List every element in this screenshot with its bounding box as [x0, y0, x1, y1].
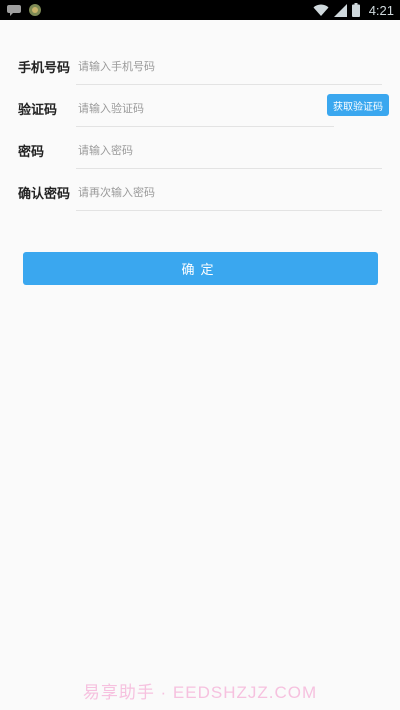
password-row: 密码 [18, 129, 392, 171]
status-bar-right: 4:21 [313, 3, 400, 18]
register-form: 手机号码 验证码 获取验证码 密码 确认密码 [18, 45, 392, 213]
password-label: 密码 [18, 144, 45, 160]
confirm-button[interactable]: 确定 [23, 252, 378, 285]
confirm-password-row: 确认密码 [18, 171, 392, 213]
code-underline [76, 126, 334, 127]
status-bar: 4:21 [0, 0, 400, 20]
phone-input[interactable] [78, 52, 392, 80]
password-underline [76, 168, 382, 169]
get-code-button[interactable]: 获取验证码 [327, 94, 389, 116]
phone-underline [76, 84, 382, 85]
status-time: 4:21 [368, 2, 394, 18]
status-bar-left [0, 3, 42, 17]
confirm-password-label: 确认密码 [18, 186, 71, 202]
confirm-password-input[interactable] [78, 178, 392, 206]
code-label: 验证码 [18, 102, 58, 118]
wifi-icon [313, 4, 329, 17]
watermark: 易享助手 · EEDSHZJZ.COM [82, 683, 318, 702]
signal-icon [333, 3, 347, 17]
battery-icon [351, 3, 360, 17]
chat-icon [6, 4, 22, 16]
code-row: 验证码 获取验证码 [18, 87, 392, 129]
confirm-password-underline [76, 210, 382, 211]
phone-row: 手机号码 [18, 45, 392, 87]
phone-label: 手机号码 [18, 60, 71, 76]
screen: 4:21 手机号码 验证码 获取验证码 密码 确认密码 确定 易享助手 · EE… [0, 0, 400, 710]
app-badge-icon [28, 3, 42, 17]
password-input[interactable] [78, 136, 392, 164]
